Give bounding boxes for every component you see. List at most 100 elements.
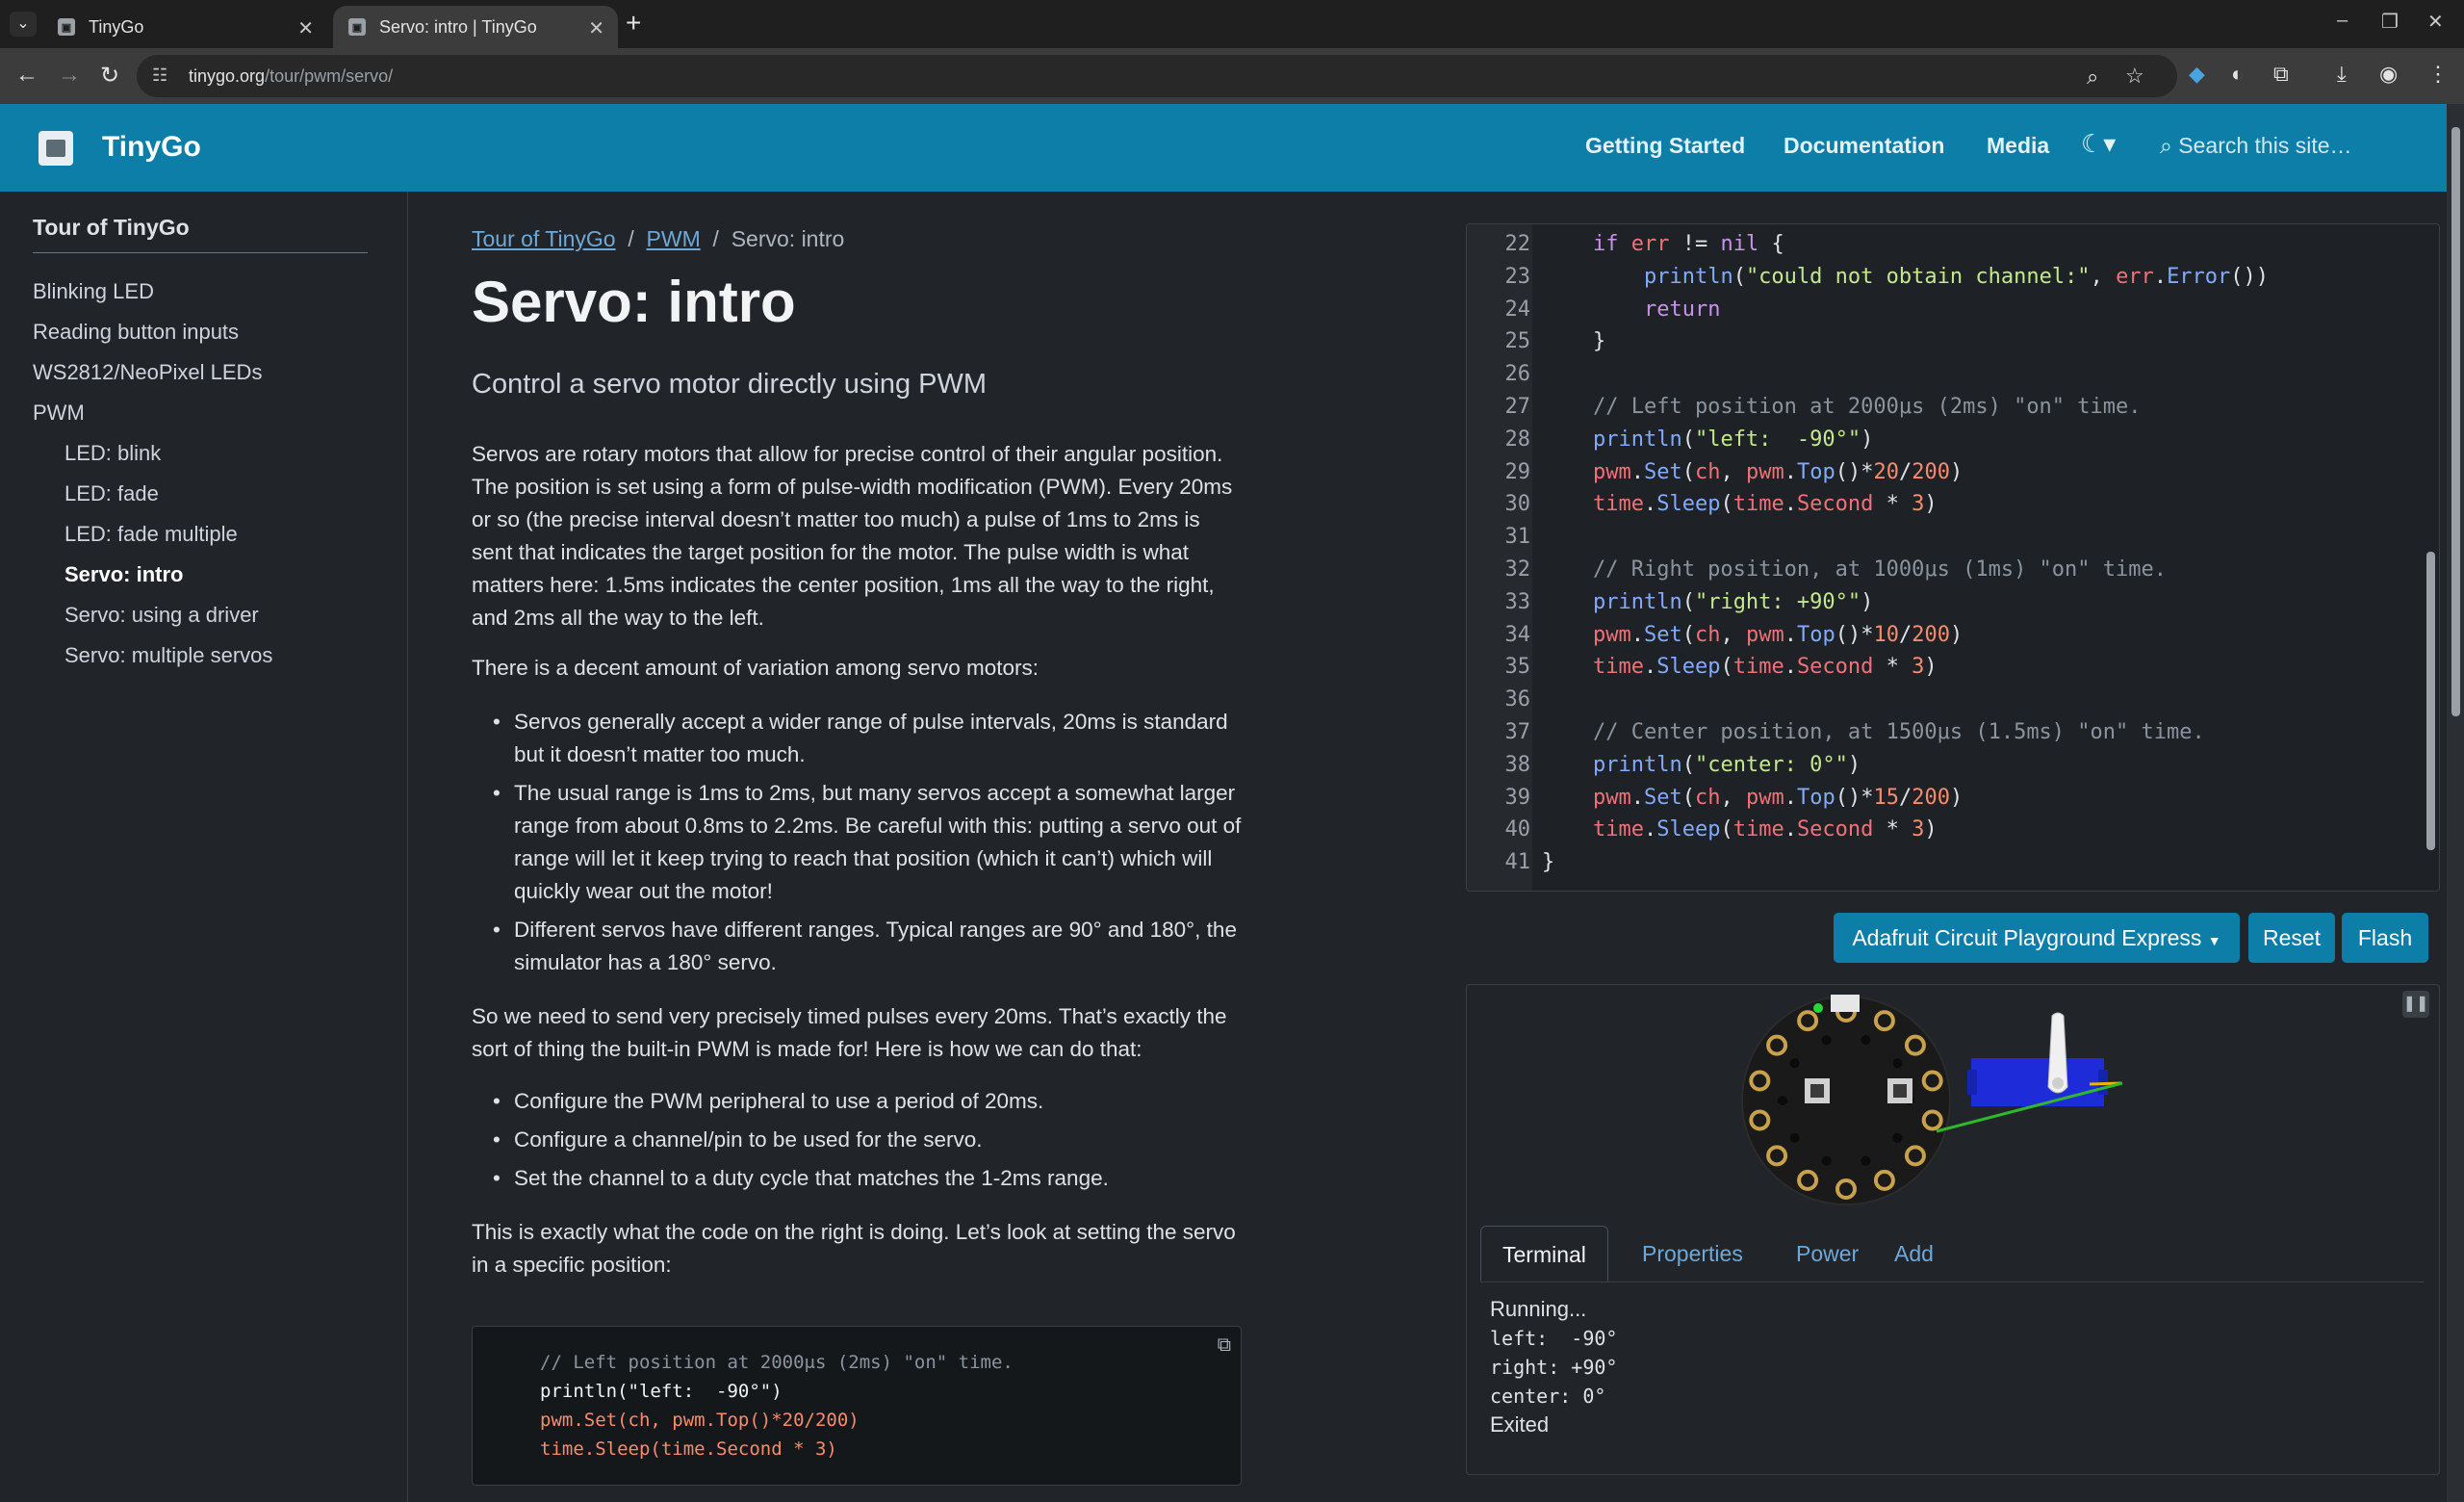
close-tab-icon[interactable]: ✕ <box>588 16 604 40</box>
browser-menu-icon[interactable]: ⋮ <box>2427 62 2449 87</box>
code-line[interactable]: println("could not obtain channel:", err… <box>1542 265 2269 289</box>
download-icon[interactable]: ⤓ <box>2337 62 2347 87</box>
url-host: tinygo.org <box>189 66 266 86</box>
browser-tab-tinygo[interactable]: ▣ TinyGo ✕ <box>42 6 327 48</box>
editor-scrollbar-thumb[interactable] <box>2426 552 2435 850</box>
profile-avatar-icon[interactable]: ◉ <box>2379 62 2398 87</box>
line-number: 22 <box>1504 232 1531 256</box>
sidebar-title[interactable]: Tour of TinyGo <box>33 215 190 241</box>
browser-tab-title: Servo: intro | TinyGo <box>379 16 537 37</box>
line-number: 25 <box>1504 329 1531 354</box>
code-line[interactable]: println("right: +90°") <box>1542 590 1873 614</box>
extension-vpn-icon[interactable]: ◐ <box>2231 62 2244 87</box>
code-line[interactable]: pwm.Set(ch, pwm.Top()*10/200) <box>1542 623 1963 647</box>
line-number: 35 <box>1504 655 1531 680</box>
forward-arrow-icon[interactable]: → <box>58 62 81 89</box>
code-line[interactable]: pwm.Set(ch, pwm.Top()*20/200) <box>1542 460 1963 484</box>
line-number: 26 <box>1504 362 1531 387</box>
tab-terminal[interactable]: Terminal <box>1480 1226 1608 1282</box>
code-line[interactable]: // Right position, at 1000μs (1ms) "on" … <box>1542 557 2167 582</box>
circuit-playground-board[interactable] <box>1741 995 1951 1205</box>
nav-documentation[interactable]: Documentation <box>1784 133 1944 159</box>
reset-button[interactable]: Reset <box>2248 913 2335 963</box>
restore-window-icon[interactable]: ❐ <box>2381 10 2399 34</box>
sidebar-item-reading-button-inputs[interactable]: Reading button inputs <box>33 320 239 345</box>
tab-add[interactable]: Add <box>1873 1226 1955 1280</box>
page-scrollbar[interactable] <box>2447 104 2464 1502</box>
board-simulation[interactable] <box>1467 985 2439 1216</box>
sidebar-item-neopixel-leds[interactable]: WS2812/NeoPixel LEDs <box>33 360 262 385</box>
terminal-output: Running... left: -90° right: +90° center… <box>1490 1295 1617 1439</box>
theme-toggle-moon-icon[interactable]: ☾▾ <box>2081 129 2116 159</box>
code-line[interactable]: println("center: 0°") <box>1542 753 1861 777</box>
code-line[interactable]: pwm.Set(ch, pwm.Top()*15/200) <box>1542 786 1963 810</box>
close-window-icon[interactable]: ✕ <box>2427 10 2444 34</box>
minimize-window-icon[interactable]: – <box>2337 10 2348 32</box>
code-line[interactable]: time.Sleep(time.Second * 3) <box>1542 492 1938 516</box>
extensions-puzzle-icon[interactable]: ⧉ <box>2273 62 2289 87</box>
code-line[interactable]: // Left position at 2000μs (2ms) "on" ti… <box>1542 395 2142 419</box>
tab-properties[interactable]: Properties <box>1621 1226 1764 1280</box>
sidebar-item-led-blink[interactable]: LED: blink <box>64 441 161 466</box>
flash-button[interactable]: Flash <box>2342 913 2428 963</box>
servo-motor[interactable] <box>1967 1012 2122 1106</box>
sidebar-item-servo-intro[interactable]: Servo: intro <box>64 562 183 587</box>
code-line[interactable]: } <box>1542 329 1605 353</box>
back-arrow-icon[interactable]: ← <box>15 62 38 89</box>
search-input[interactable]: Search this site… <box>2178 133 2351 158</box>
zoom-magnifier-icon[interactable]: ⌕ <box>2087 65 2098 90</box>
simulator-tabs: Terminal Properties Power Add <box>1480 1226 2424 1282</box>
sidebar-item-servo-driver[interactable]: Servo: using a driver <box>64 603 259 628</box>
code-line[interactable]: time.Sleep(time.Second * 3) <box>1542 817 1938 842</box>
browser-tab-title: TinyGo <box>89 16 144 37</box>
tinygo-logo-icon[interactable] <box>38 131 73 166</box>
sidebar-item-led-fade[interactable]: LED: fade <box>64 481 159 506</box>
code-snippet[interactable]: ⧉ // Left position at 2000μs (2ms) "on" … <box>472 1326 1242 1486</box>
breadcrumb-current: Servo: intro <box>731 226 845 251</box>
sidebar-item-servo-multiple[interactable]: Servo: multiple servos <box>64 643 272 668</box>
site-header: TinyGo Getting Started Documentation Med… <box>0 104 2447 192</box>
tab-search-chevron-icon[interactable]: ⌄ <box>10 12 37 37</box>
code-line[interactable]: return <box>1542 298 1720 322</box>
code-editor[interactable]: 22 23 24 25 26 27 28 29 30 31 32 33 34 35 36 37 38 39 40 41… <box>1466 223 2440 892</box>
copy-code-icon[interactable]: ⧉ <box>1218 1334 1231 1357</box>
list-item: Configure a channel/pin to be used for t… <box>472 1124 1242 1156</box>
line-number: 31 <box>1504 525 1531 550</box>
tinygo-favicon-icon: ▣ <box>348 18 366 36</box>
line-number: 30 <box>1504 492 1531 517</box>
line-number: 33 <box>1504 589 1531 614</box>
site-info-icon[interactable]: ☷ <box>152 65 167 86</box>
site-brand[interactable]: TinyGo <box>102 131 201 164</box>
page-scrollbar-thumb[interactable] <box>2451 127 2460 716</box>
close-tab-icon[interactable]: ✕ <box>297 16 314 40</box>
line-number: 32 <box>1504 557 1531 582</box>
breadcrumb-link-tour[interactable]: Tour of TinyGo <box>472 226 616 251</box>
sidebar-item-led-fade-multiple[interactable]: LED: fade multiple <box>64 522 238 547</box>
line-number-gutter: 22 23 24 25 26 27 28 29 30 31 32 33 34 35 36 37 38 39 40 41 <box>1467 224 1532 891</box>
snippet-line: pwm.Set(ch, pwm.Top()*20/200) <box>540 1410 860 1431</box>
line-number: 40 <box>1504 817 1531 842</box>
sidebar-item-blinking-led[interactable]: Blinking LED <box>33 279 154 304</box>
line-number: 36 <box>1504 687 1531 712</box>
new-tab-plus-icon[interactable]: + <box>626 8 641 39</box>
url-path: /tour/pwm/servo/ <box>265 66 394 86</box>
power-led <box>1813 1003 1823 1013</box>
browser-tab-servo-intro[interactable]: ▣ Servo: intro | TinyGo ✕ <box>333 6 618 48</box>
code-line[interactable]: time.Sleep(time.Second * 3) <box>1542 655 1938 679</box>
site-search[interactable]: ⌕ Search this site… <box>2160 133 2352 159</box>
code-line[interactable]: if err != nil { <box>1542 232 1784 256</box>
board-select-dropdown[interactable]: Adafruit Circuit Playground Express ▼ <box>1834 913 2240 963</box>
address-bar[interactable]: ☷ tinygo.org/tour/pwm/servo/ ⌕ ☆ <box>137 55 2177 97</box>
code-line[interactable]: } <box>1542 850 1554 874</box>
extension-blue-icon[interactable]: ◆ <box>2189 62 2205 87</box>
code-line[interactable]: // Center position, at 1500μs (1.5ms) "o… <box>1542 720 2205 744</box>
breadcrumb-link-pwm[interactable]: PWM <box>647 226 701 251</box>
nav-getting-started[interactable]: Getting Started <box>1585 133 1745 159</box>
nav-media[interactable]: Media <box>1987 133 2049 159</box>
code-line[interactable]: println("left: -90°") <box>1542 427 1873 452</box>
reload-icon[interactable]: ↻ <box>100 62 119 90</box>
tab-power[interactable]: Power <box>1775 1226 1880 1280</box>
editor-scrollbar[interactable] <box>2422 224 2439 891</box>
sidebar-item-pwm[interactable]: PWM <box>33 401 85 426</box>
bookmark-star-icon[interactable]: ☆ <box>2125 64 2144 89</box>
